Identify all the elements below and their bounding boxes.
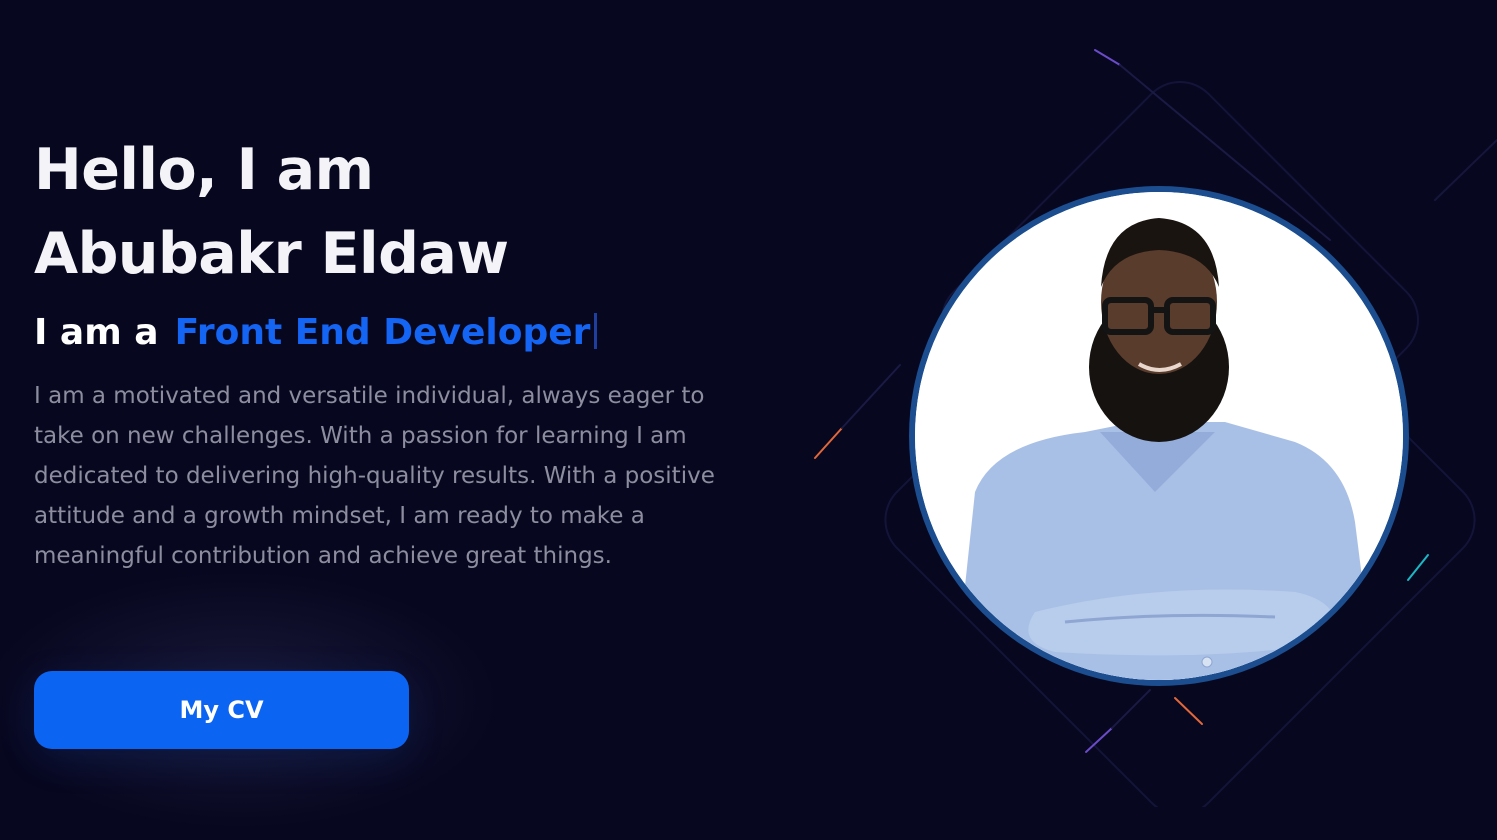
accent-line-purple [1094, 49, 1121, 66]
intro-paragraph: I am a motivated and versatile individua… [34, 383, 715, 569]
my-cv-button[interactable]: My CV [34, 671, 409, 749]
accent-line-orange-2 [1174, 697, 1203, 725]
headline-name: Abubakr Eldaw [34, 221, 509, 287]
hero-headline: Hello, I am Abubakr Eldaw [34, 128, 754, 296]
accent-line-cyan [1407, 554, 1429, 581]
role-line: I am a Front End Developer [34, 310, 754, 356]
person-portrait-icon [915, 192, 1403, 680]
role-typed-text: Front End Developer [174, 312, 591, 353]
profile-photo [915, 192, 1403, 680]
typing-caret [594, 313, 598, 349]
role-prefix: I am a [34, 312, 159, 353]
faint-line-2 [1434, 139, 1497, 201]
accent-line-orange [814, 427, 843, 459]
faint-line-3 [841, 364, 901, 429]
hero-text: Hello, I am Abubakr Eldaw I am a Front En… [34, 128, 754, 576]
faint-line-4 [1111, 689, 1151, 729]
headline-greeting: Hello, I am [34, 137, 374, 203]
